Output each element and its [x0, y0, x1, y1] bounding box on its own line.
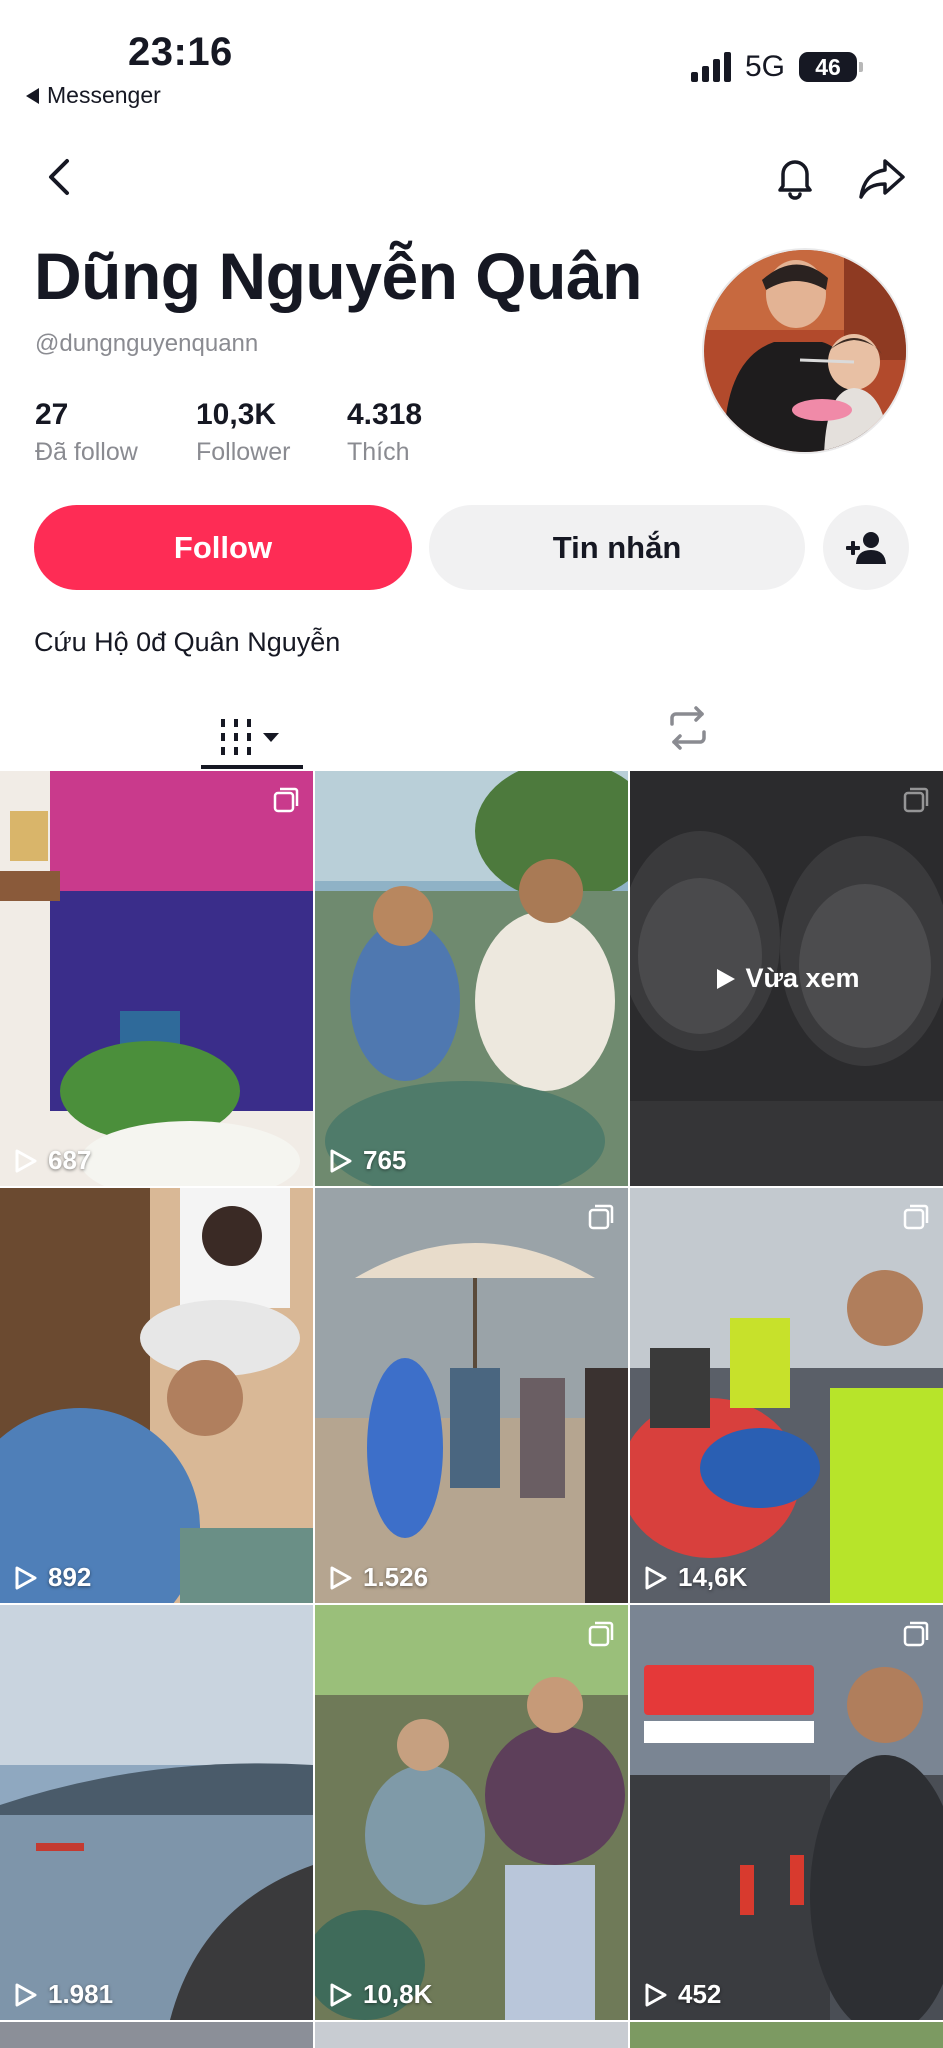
multi-photo-icon — [588, 1621, 614, 1647]
stat-likes[interactable]: 4.318 Thích — [347, 398, 467, 467]
view-count: 765 — [327, 1145, 406, 1176]
add-person-icon — [846, 531, 886, 564]
battery-icon: 46 — [799, 52, 863, 82]
video-grid: 687 765 Vừa xem 892 1.526 14,6K 1.981 10… — [0, 771, 943, 2020]
video-thumbnail[interactable]: Vừa xem — [630, 771, 943, 1186]
back-app-label: Messenger — [47, 82, 161, 108]
recently-watched-label: Vừa xem — [745, 963, 860, 993]
follow-button[interactable]: Follow — [34, 505, 412, 590]
stat-followers-label: Follower — [196, 438, 291, 466]
video-thumbnail[interactable]: 765 — [315, 771, 628, 1186]
profile-name: Dũng Nguyễn Quân — [34, 239, 642, 313]
video-thumbnail[interactable]: 10,8K — [315, 1605, 628, 2020]
play-icon — [15, 1149, 37, 1172]
share-arrow-icon[interactable] — [857, 155, 907, 201]
status-indicators: 5G 46 — [690, 50, 863, 84]
play-icon — [15, 1983, 37, 2006]
stat-following-value: 27 — [35, 398, 69, 431]
tab-active-underline — [201, 765, 303, 769]
view-count: 1.526 — [327, 1562, 428, 1593]
stat-likes-value: 4.318 — [347, 398, 423, 431]
view-count-value: 10,8K — [363, 1979, 433, 2009]
stat-following-label: Đã follow — [35, 438, 138, 466]
multi-photo-icon — [273, 787, 299, 813]
video-thumbnail[interactable]: 1.526 — [315, 1188, 628, 1603]
signal-icon — [690, 52, 731, 82]
view-count-value: 765 — [363, 1145, 407, 1175]
profile-bio: Cứu Hộ 0đ Quân Nguyễn — [34, 627, 341, 657]
bell-icon[interactable] — [771, 152, 819, 200]
video-thumbnail[interactable]: 14,6K — [630, 1188, 943, 1603]
play-icon — [330, 1566, 352, 1589]
video-thumbnail-partial[interactable] — [0, 2022, 313, 2048]
video-thumbnail[interactable]: 687 — [0, 771, 313, 1186]
stat-following[interactable]: 27 Đã follow — [35, 398, 196, 467]
view-count-value: 892 — [48, 1562, 92, 1592]
view-count: 452 — [642, 1979, 721, 2010]
view-count: 10,8K — [327, 1979, 432, 2010]
play-icon — [645, 1566, 667, 1589]
play-icon — [717, 968, 736, 989]
multi-photo-icon — [903, 1204, 929, 1230]
video-thumbnail-partial[interactable] — [630, 2022, 943, 2048]
view-count: 1.981 — [12, 1979, 113, 2010]
view-count-value: 452 — [678, 1979, 722, 2009]
view-count-value: 1.526 — [363, 1562, 429, 1592]
stat-followers[interactable]: 10,3K Follower — [196, 398, 347, 467]
profile-handle: @dungnguyenquann — [35, 330, 259, 357]
video-thumbnail[interactable]: 452 — [630, 1605, 943, 2020]
view-count-value: 1.981 — [48, 1979, 114, 2009]
stats-row: 27 Đã follow 10,3K Follower 4.318 Thích — [35, 398, 467, 467]
view-count: 14,6K — [642, 1562, 747, 1593]
avatar[interactable] — [702, 248, 908, 454]
network-label: 5G — [744, 50, 785, 83]
back-triangle-icon — [26, 87, 39, 104]
video-grid-next-row — [0, 2022, 943, 2048]
grid-icon — [221, 719, 279, 755]
view-count: 892 — [12, 1562, 91, 1593]
video-thumbnail[interactable]: 892 — [0, 1188, 313, 1603]
multi-photo-icon — [588, 1204, 614, 1230]
tab-videos[interactable] — [201, 702, 303, 772]
video-thumbnail-partial[interactable] — [315, 2022, 628, 2048]
multi-photo-icon — [903, 1621, 929, 1647]
play-icon — [15, 1566, 37, 1589]
recently-watched-overlay: Vừa xem — [630, 771, 943, 1186]
chevron-left-icon[interactable] — [40, 157, 80, 197]
status-time: 23:16 — [128, 30, 233, 74]
back-to-messenger[interactable]: Messenger — [26, 82, 161, 109]
play-icon — [645, 1983, 667, 2006]
play-icon — [330, 1149, 352, 1172]
stat-followers-value: 10,3K — [196, 398, 277, 431]
play-icon — [330, 1983, 352, 2006]
view-count-value: 14,6K — [678, 1562, 748, 1592]
view-count: 687 — [12, 1145, 91, 1176]
add-friend-button[interactable] — [823, 505, 909, 590]
view-count-value: 687 — [48, 1145, 92, 1175]
repost-icon[interactable] — [664, 704, 712, 752]
video-thumbnail[interactable]: 1.981 — [0, 1605, 313, 2020]
message-button[interactable]: Tin nhắn — [429, 505, 805, 590]
stat-likes-label: Thích — [347, 438, 410, 466]
